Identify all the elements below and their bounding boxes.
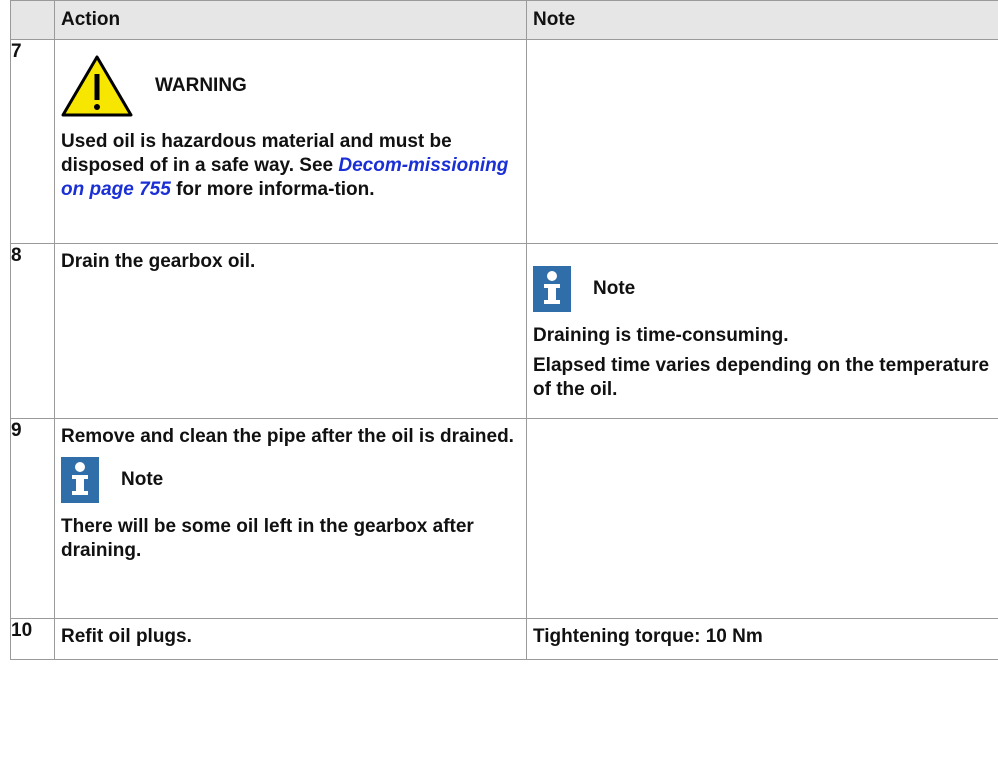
table-header-row: Action Note <box>10 0 998 40</box>
table-row: 8 Drain the gearbox oil. Note Draining i… <box>10 243 998 419</box>
table-row: 10 Refit oil plugs. Tightening torque: 1… <box>10 618 998 660</box>
note-cell: Tightening torque: 10 Nm <box>526 618 998 660</box>
action-text: Refit oil plugs. <box>61 626 192 647</box>
note-title: Note <box>593 278 636 299</box>
step-number: 8 <box>10 243 55 419</box>
action-text: Remove and clean the pipe after the oil … <box>61 426 514 447</box>
header-note: Note <box>526 0 998 40</box>
table-row: 9 Remove and clean the pipe after the oi… <box>10 418 998 619</box>
note-callout: Note <box>533 266 998 312</box>
header-action: Action <box>54 0 527 40</box>
page: Action Note 7 WARNING Used oil is hazard… <box>0 0 998 767</box>
action-cell: Remove and clean the pipe after the oil … <box>54 418 527 619</box>
note-cell <box>526 418 998 619</box>
note-cell <box>526 39 998 244</box>
note-cell: Note Draining is time-consuming. Elapsed… <box>526 243 998 419</box>
step-number: 7 <box>10 39 55 244</box>
warning-callout: WARNING <box>61 54 520 118</box>
step-number: 10 <box>10 618 55 660</box>
procedure-table: Action Note 7 WARNING Used oil is hazard… <box>10 0 998 660</box>
info-note-icon <box>61 457 99 503</box>
table-row: 7 WARNING Used oil is hazardous material… <box>10 39 998 244</box>
action-cell: WARNING Used oil is hazardous material a… <box>54 39 527 244</box>
warning-title: WARNING <box>155 75 247 96</box>
warning-text: Used oil is hazardous material and must … <box>61 131 509 200</box>
action-text: Drain the gearbox oil. <box>61 251 256 272</box>
action-cell: Drain the gearbox oil. <box>54 243 527 419</box>
note-callout: Note <box>61 457 520 503</box>
note-title: Note <box>121 469 164 490</box>
action-cell: Refit oil plugs. <box>54 618 527 660</box>
warning-icon <box>61 55 133 117</box>
note-text: There will be some oil left in the gearb… <box>61 516 474 561</box>
note-line: Elapsed time varies depending on the tem… <box>533 355 990 400</box>
info-note-icon <box>533 266 571 312</box>
header-step <box>10 0 55 40</box>
note-text: Tightening torque: 10 Nm <box>533 626 763 647</box>
note-line: Draining is time-consuming. <box>533 325 789 346</box>
step-number: 9 <box>10 418 55 619</box>
